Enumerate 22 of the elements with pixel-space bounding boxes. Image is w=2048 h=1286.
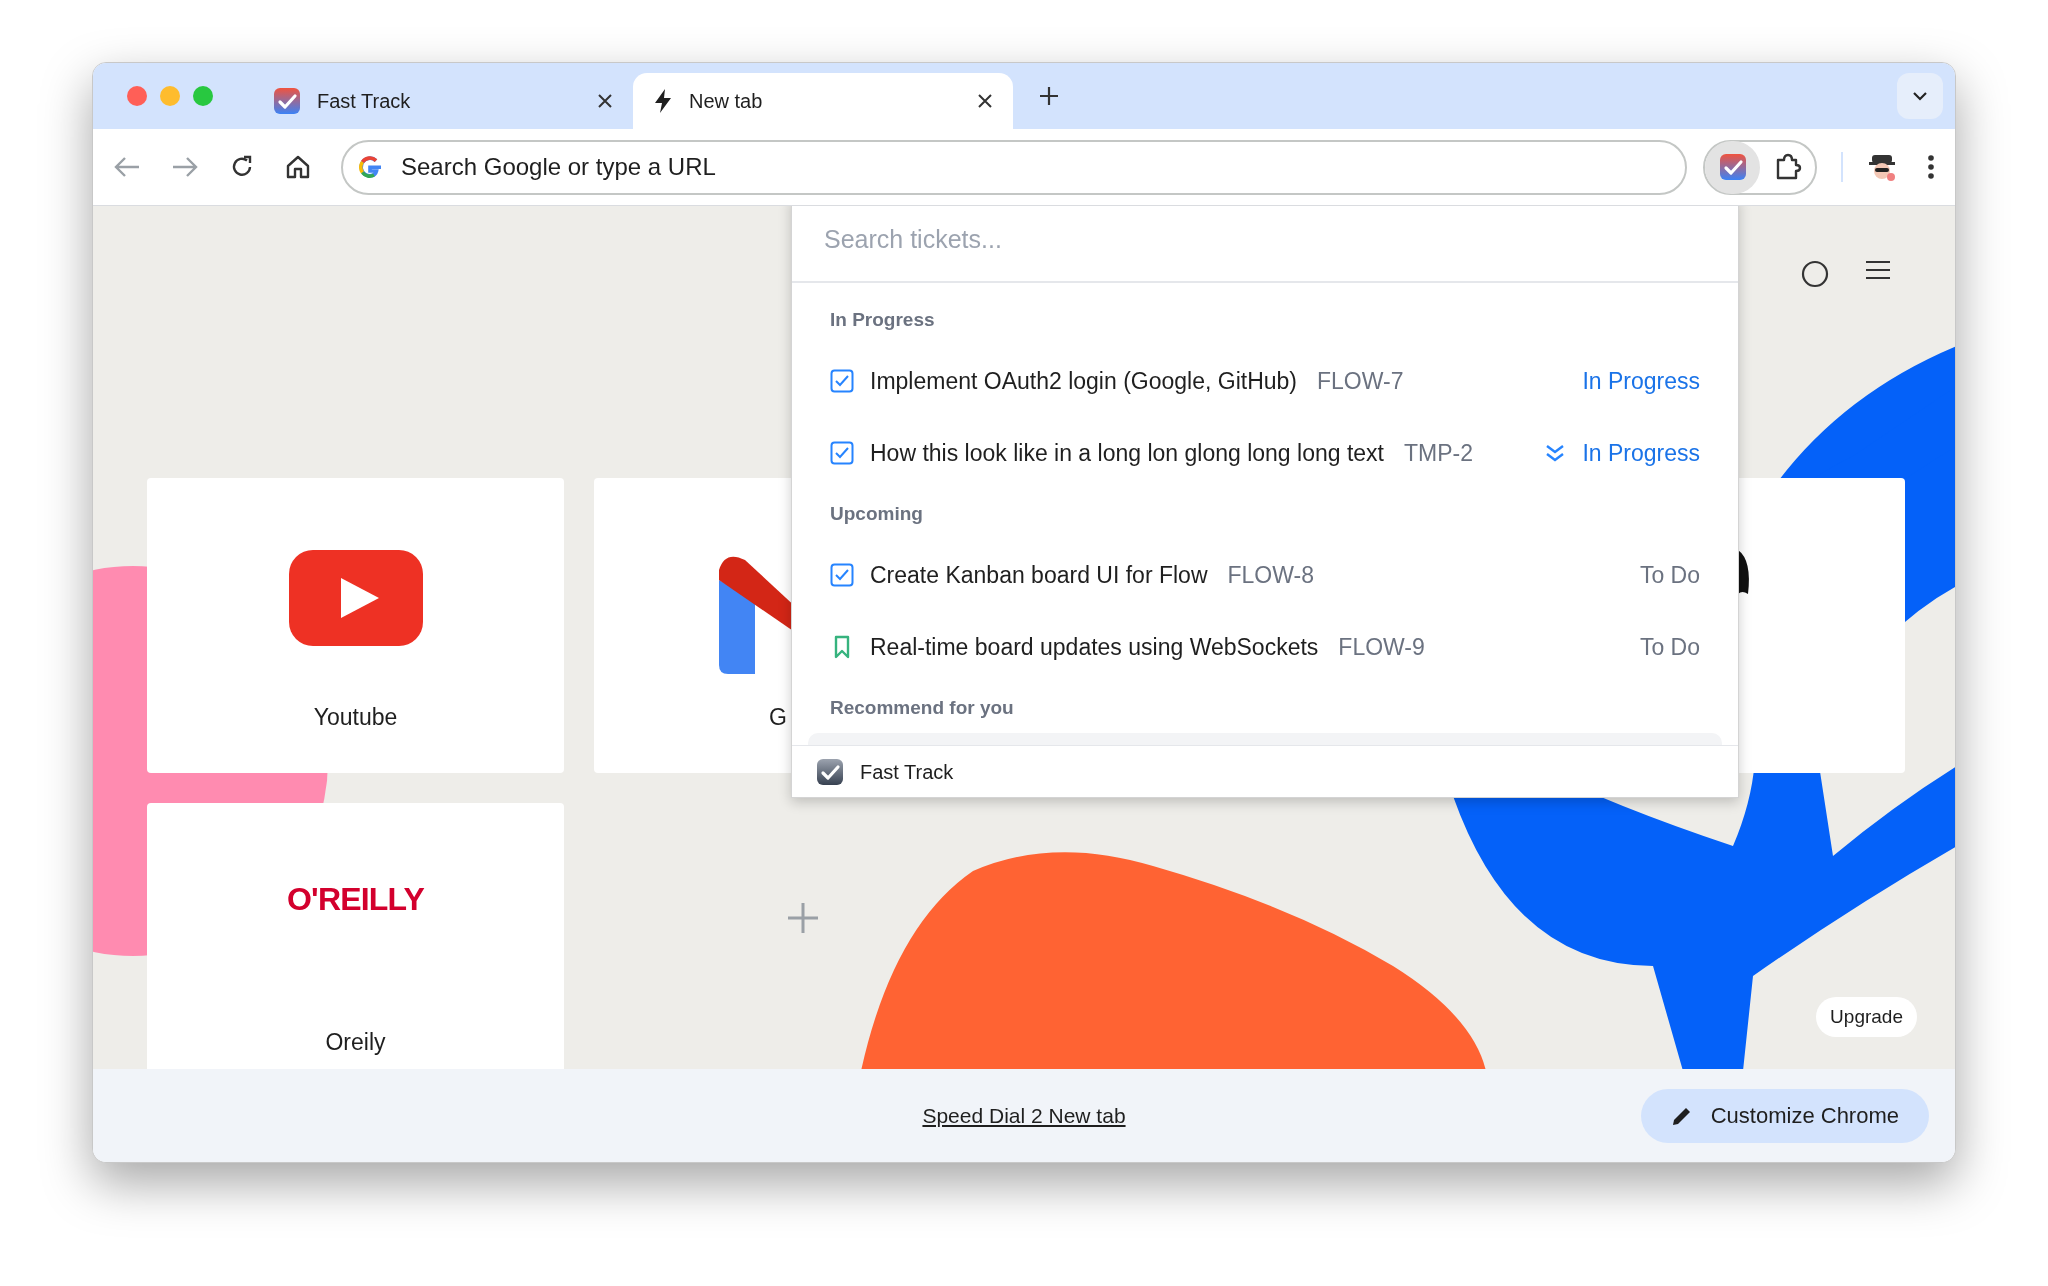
shortcut-title: Oreily <box>325 1028 386 1057</box>
oreilly-logo: O'REILLY <box>287 880 424 919</box>
ticket-key: FLOW-8 <box>1227 557 1314 593</box>
section-heading: Recommend for you <box>829 695 1015 720</box>
ticket-status: In Progress <box>1582 438 1700 468</box>
footer-title: Fast Track <box>860 759 954 785</box>
ticket-title: Create Kanban board UI for Flow <box>870 560 1208 590</box>
ticket-key: FLOW-7 <box>1317 363 1404 399</box>
section-heading: In Progress <box>829 307 936 332</box>
ticket-title: Implement OAuth2 login (Google, GitHub) <box>870 366 1297 396</box>
ticket-status: To Do <box>1639 632 1700 662</box>
section-heading: Upcoming <box>829 501 924 526</box>
shortcut-title: G <box>769 703 787 732</box>
ticket-key: FLOW-9 <box>1338 629 1425 665</box>
tab-title: New tab <box>689 89 764 114</box>
shortcut-title: Youtube <box>313 703 398 732</box>
ticket-title: How this look like in a long lon glong long long text <box>870 438 1384 468</box>
ticket-status: In Progress <box>1582 366 1700 396</box>
ticket-key: TMP-2 <box>1404 435 1473 471</box>
tab-title: Fast Track <box>317 89 412 114</box>
ticket-title: Real-time board updates using WebSockets <box>870 632 1319 662</box>
ticket-status: To Do <box>1639 560 1700 590</box>
